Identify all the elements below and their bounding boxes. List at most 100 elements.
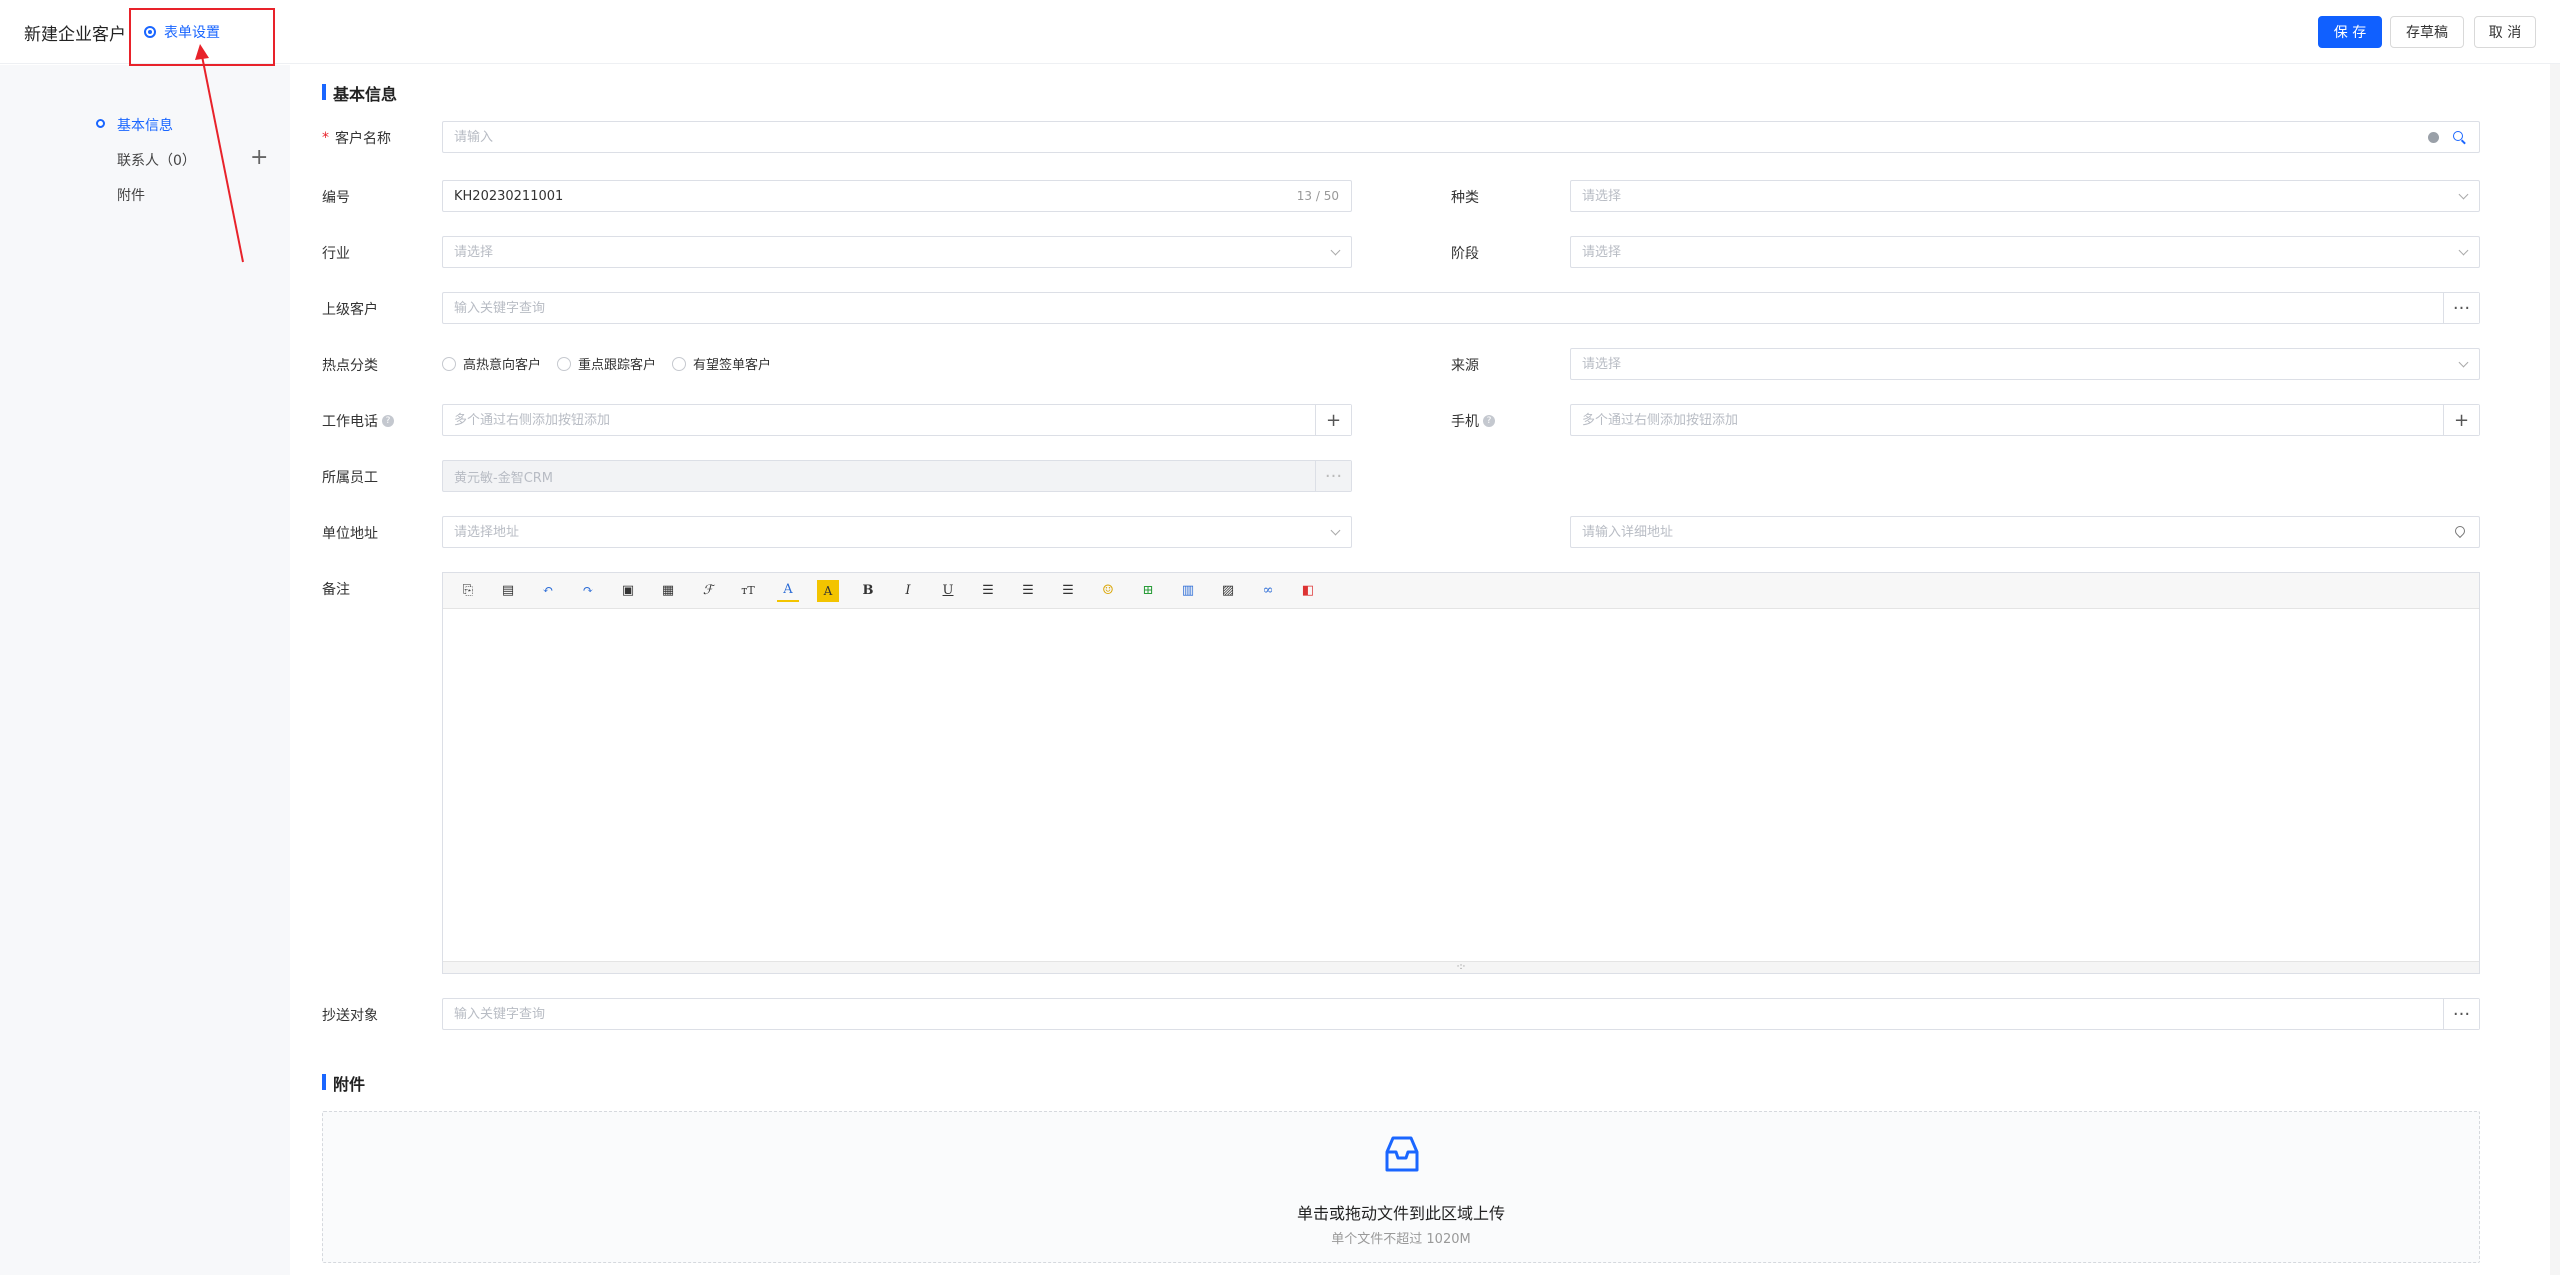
cc-label: 抄送对象	[322, 1008, 378, 1024]
bold-icon[interactable]: B	[857, 580, 879, 602]
industry-select[interactable]	[442, 236, 1352, 268]
source-input[interactable]	[1571, 349, 2479, 379]
italic-icon[interactable]: I	[897, 580, 919, 602]
code-input[interactable]	[443, 181, 1351, 211]
parent-customer-field: ···	[442, 292, 2480, 324]
address-label: 单位地址	[322, 526, 378, 542]
work-phone-label: 工作电话 ?	[322, 411, 394, 431]
underline-icon[interactable]: U	[937, 580, 959, 602]
redo-icon[interactable]: ↷	[577, 580, 599, 602]
required-mark: *	[322, 130, 329, 146]
insert-row-icon[interactable]: ⊞	[1137, 580, 1159, 602]
stage-select[interactable]	[1570, 236, 2480, 268]
source-label: 来源	[1451, 358, 1479, 374]
stage-label: 阶段	[1451, 246, 1479, 262]
code-label: 编号	[322, 190, 350, 206]
emoji-icon[interactable]: ☺	[1097, 580, 1119, 602]
cc-input[interactable]	[443, 999, 2479, 1029]
image-icon[interactable]: ▨	[1217, 580, 1239, 602]
category-select[interactable]	[1570, 180, 2480, 212]
nav-item-basic-info[interactable]: 基本信息	[117, 115, 173, 135]
template-icon[interactable]: ▤	[497, 580, 519, 602]
work-phone-label-text: 工作电话	[322, 414, 378, 430]
owner-label: 所属员工	[322, 470, 378, 486]
paste-icon[interactable]: ▣	[617, 580, 639, 602]
upload-size-hint: 单个文件不超过 1020M	[1331, 1232, 1471, 1247]
radio-high-intent[interactable]: 高热意向客户	[442, 354, 541, 373]
owner-field: ···	[442, 460, 1352, 492]
editor-resize-handle[interactable]: ·:·	[443, 961, 2479, 973]
radio-circle[interactable]	[672, 356, 687, 371]
owner-input	[443, 461, 1351, 491]
parent-customer-input[interactable]	[443, 293, 2479, 323]
radio-label: 高热意向客户	[463, 358, 542, 373]
address-detail-input[interactable]	[1571, 517, 2479, 547]
nav-item-attachments[interactable]: 附件	[117, 185, 145, 205]
stage-input[interactable]	[1571, 237, 2479, 267]
save-draft-button[interactable]: 存草稿	[2390, 16, 2464, 48]
category-input[interactable]	[1571, 181, 2479, 211]
source-code-icon[interactable]: ⎘	[457, 580, 479, 602]
cc-field: ···	[442, 998, 2480, 1030]
save-button[interactable]: 保 存	[2318, 16, 2382, 48]
file-upload-dropzone[interactable]: 单击或拖动文件到此区域上传 单个文件不超过 1020M	[322, 1111, 2480, 1263]
font-family-icon[interactable]: ℱ	[697, 580, 719, 602]
radio-likely-sign[interactable]: 有望签单客户	[672, 354, 771, 373]
remark-label: 备注	[322, 582, 350, 598]
owner-more-button: ···	[1315, 461, 1351, 491]
customer-name-label: * 客户名称	[322, 128, 391, 148]
source-select[interactable]	[1570, 348, 2480, 380]
cancel-button[interactable]: 取 消	[2474, 16, 2536, 48]
address-input[interactable]	[443, 517, 1351, 547]
editor-content-area[interactable]	[443, 609, 2479, 961]
hot-category-radio-group: 高热意向客户 重点跟踪客户 有望签单客户	[442, 354, 771, 373]
upload-instruction: 单击或拖动文件到此区域上传	[1296, 1204, 1505, 1223]
page-scrollbar[interactable]	[2550, 64, 2560, 1275]
verify-shield-icon[interactable]	[2428, 132, 2439, 143]
radio-label: 重点跟踪客户	[578, 358, 657, 373]
align-right-icon[interactable]: ☰	[1057, 580, 1079, 602]
help-icon[interactable]: ?	[1483, 415, 1495, 427]
more-options-button[interactable]: ···	[2443, 293, 2479, 323]
radio-circle[interactable]	[557, 356, 572, 371]
category-label: 种类	[1451, 190, 1479, 206]
add-phone-button[interactable]: +	[1315, 405, 1351, 435]
paste-text-icon[interactable]: ▦	[657, 580, 679, 602]
mobile-label-text: 手机	[1451, 414, 1479, 430]
cc-more-button[interactable]: ···	[2443, 999, 2479, 1029]
industry-label: 行业	[322, 246, 350, 262]
align-center-icon[interactable]: ☰	[1017, 580, 1039, 602]
help-icon[interactable]: ?	[382, 415, 394, 427]
address-detail-field	[1570, 516, 2480, 548]
annotation-highlight-box	[129, 8, 275, 66]
font-color-icon[interactable]: A	[777, 580, 799, 602]
highlight-color-icon[interactable]: A	[817, 579, 839, 602]
undo-icon[interactable]: ↶	[537, 580, 559, 602]
work-phone-input[interactable]	[443, 405, 1351, 435]
nav-item-contacts[interactable]: 联系人（0）	[117, 150, 196, 170]
add-mobile-button[interactable]: +	[2443, 405, 2479, 435]
customer-name-input[interactable]	[443, 122, 2479, 152]
section-title-attachments: 附件	[322, 1071, 365, 1095]
mobile-label: 手机 ?	[1451, 411, 1495, 431]
editor-toolbar: ⎘ ▤ ↶ ↷ ▣ ▦ ℱ тT A A B I U ☰ ☰ ☰ ☺ ⊞ ▥ ▨…	[443, 573, 2479, 609]
code-field: 13 / 50	[442, 180, 1352, 212]
customer-name-field	[442, 121, 2480, 153]
radio-circle[interactable]	[442, 356, 456, 371]
code-char-counter: 13 / 50	[1296, 189, 1339, 203]
industry-input[interactable]	[443, 237, 1351, 267]
parent-customer-label: 上级客户	[322, 302, 378, 318]
mobile-input[interactable]	[1571, 405, 2479, 435]
page-title: 新建企业客户	[24, 25, 126, 45]
page-header: 新建企业客户 表单设置 保 存 存草稿 取 消	[0, 0, 2560, 64]
radio-key-tracking[interactable]: 重点跟踪客户	[557, 354, 656, 373]
font-size-icon[interactable]: тT	[737, 580, 759, 602]
preview-icon[interactable]: ◧	[1297, 580, 1319, 602]
add-contact-button[interactable]: +	[250, 146, 268, 170]
work-phone-field: +	[442, 404, 1352, 436]
align-left-icon[interactable]: ☰	[977, 580, 999, 602]
link-icon[interactable]: ∞	[1257, 580, 1279, 602]
table-icon[interactable]: ▥	[1177, 580, 1199, 602]
remark-rich-text-editor: ⎘ ▤ ↶ ↷ ▣ ▦ ℱ тT A A B I U ☰ ☰ ☰ ☺ ⊞ ▥ ▨…	[442, 572, 2480, 974]
address-select[interactable]	[442, 516, 1352, 548]
